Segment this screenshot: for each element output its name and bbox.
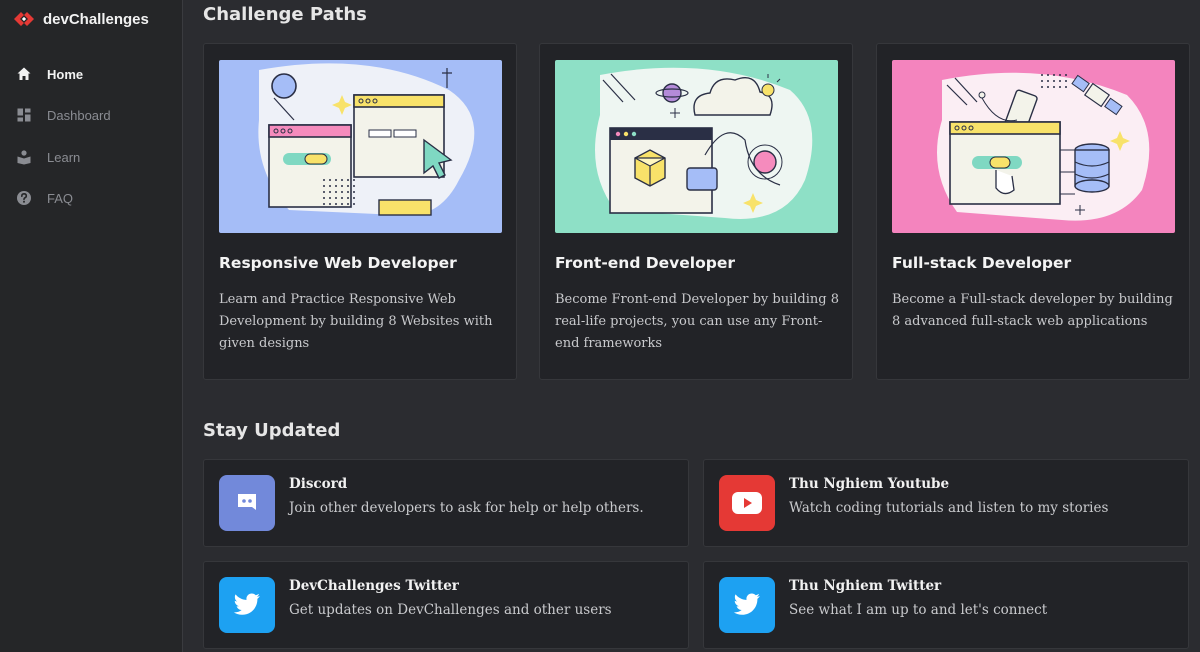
path-card-title: Full-stack Developer bbox=[892, 254, 1072, 272]
sidebar-item-label: Dashboard bbox=[47, 107, 111, 123]
social-card-thunghiem-twitter[interactable]: Thu Nghiem Twitter See what I am up to a… bbox=[703, 561, 1189, 649]
sidebar-item-faq[interactable]: FAQ bbox=[16, 190, 73, 206]
social-card-youtube[interactable]: Thu Nghiem Youtube Watch coding tutorial… bbox=[703, 459, 1189, 547]
social-card-description: Get updates on DevChallenges and other u… bbox=[289, 602, 612, 618]
path-card-frontend[interactable]: Front-end Developer Become Front-end Dev… bbox=[539, 43, 853, 380]
social-card-discord[interactable]: Discord Join other developers to ask for… bbox=[203, 459, 689, 547]
sidebar-item-dashboard[interactable]: Dashboard bbox=[16, 107, 111, 123]
social-card-description: Watch coding tutorials and listen to my … bbox=[789, 500, 1109, 516]
youtube-icon bbox=[719, 475, 775, 531]
social-card-title: Thu Nghiem Twitter bbox=[789, 578, 942, 594]
twitter-icon bbox=[219, 577, 275, 633]
path-card-description: Become a Full-stack developer by buildin… bbox=[892, 292, 1173, 329]
twitter-icon bbox=[719, 577, 775, 633]
learn-icon bbox=[17, 150, 31, 165]
social-card-title: Thu Nghiem Youtube bbox=[789, 476, 950, 492]
dashboard-icon bbox=[17, 108, 31, 122]
sidebar-item-label: Home bbox=[47, 66, 84, 82]
devchallenges-logo-icon bbox=[14, 12, 34, 26]
home-icon bbox=[17, 67, 31, 80]
brand-name: devChallenges bbox=[43, 10, 149, 28]
frontend-illustration bbox=[555, 60, 838, 233]
brand-logo[interactable]: devChallenges bbox=[12, 10, 149, 28]
social-card-devchallenges-twitter[interactable]: DevChallenges Twitter Get updates on Dev… bbox=[203, 561, 689, 649]
social-card-description: Join other developers to ask for help or… bbox=[289, 500, 644, 516]
path-card-fullstack[interactable]: Full-stack Developer Become a Full-stack… bbox=[876, 43, 1190, 380]
sidebar-item-label: FAQ bbox=[47, 190, 74, 206]
path-card-description: Become Front-end Developer by building 8… bbox=[555, 292, 839, 351]
sidebar: devChallenges Home Dashboard Learn FAQ bbox=[0, 0, 183, 652]
fullstack-illustration bbox=[892, 60, 1175, 233]
path-card-title: Responsive Web Developer bbox=[219, 254, 457, 272]
sidebar-item-home[interactable]: Home bbox=[16, 66, 83, 82]
help-icon bbox=[17, 191, 31, 205]
social-card-description: See what I am up to and let's connect bbox=[789, 602, 1048, 618]
stay-updated-heading: Stay Updated bbox=[203, 420, 341, 441]
social-card-title: Discord bbox=[289, 476, 348, 492]
path-card-title: Front-end Developer bbox=[555, 254, 736, 272]
path-card-description: Learn and Practice Responsive Web Develo… bbox=[219, 292, 493, 351]
sidebar-item-learn[interactable]: Learn bbox=[16, 149, 80, 165]
social-card-title: DevChallenges Twitter bbox=[289, 578, 459, 594]
responsive-illustration bbox=[219, 60, 502, 233]
discord-icon bbox=[219, 475, 275, 531]
sidebar-item-label: Learn bbox=[47, 149, 81, 165]
main-content: Challenge Paths Responsive Web Developer… bbox=[183, 0, 1200, 652]
path-card-responsive[interactable]: Responsive Web Developer Learn and Pract… bbox=[203, 43, 517, 380]
challenge-paths-heading: Challenge Paths bbox=[203, 4, 367, 25]
